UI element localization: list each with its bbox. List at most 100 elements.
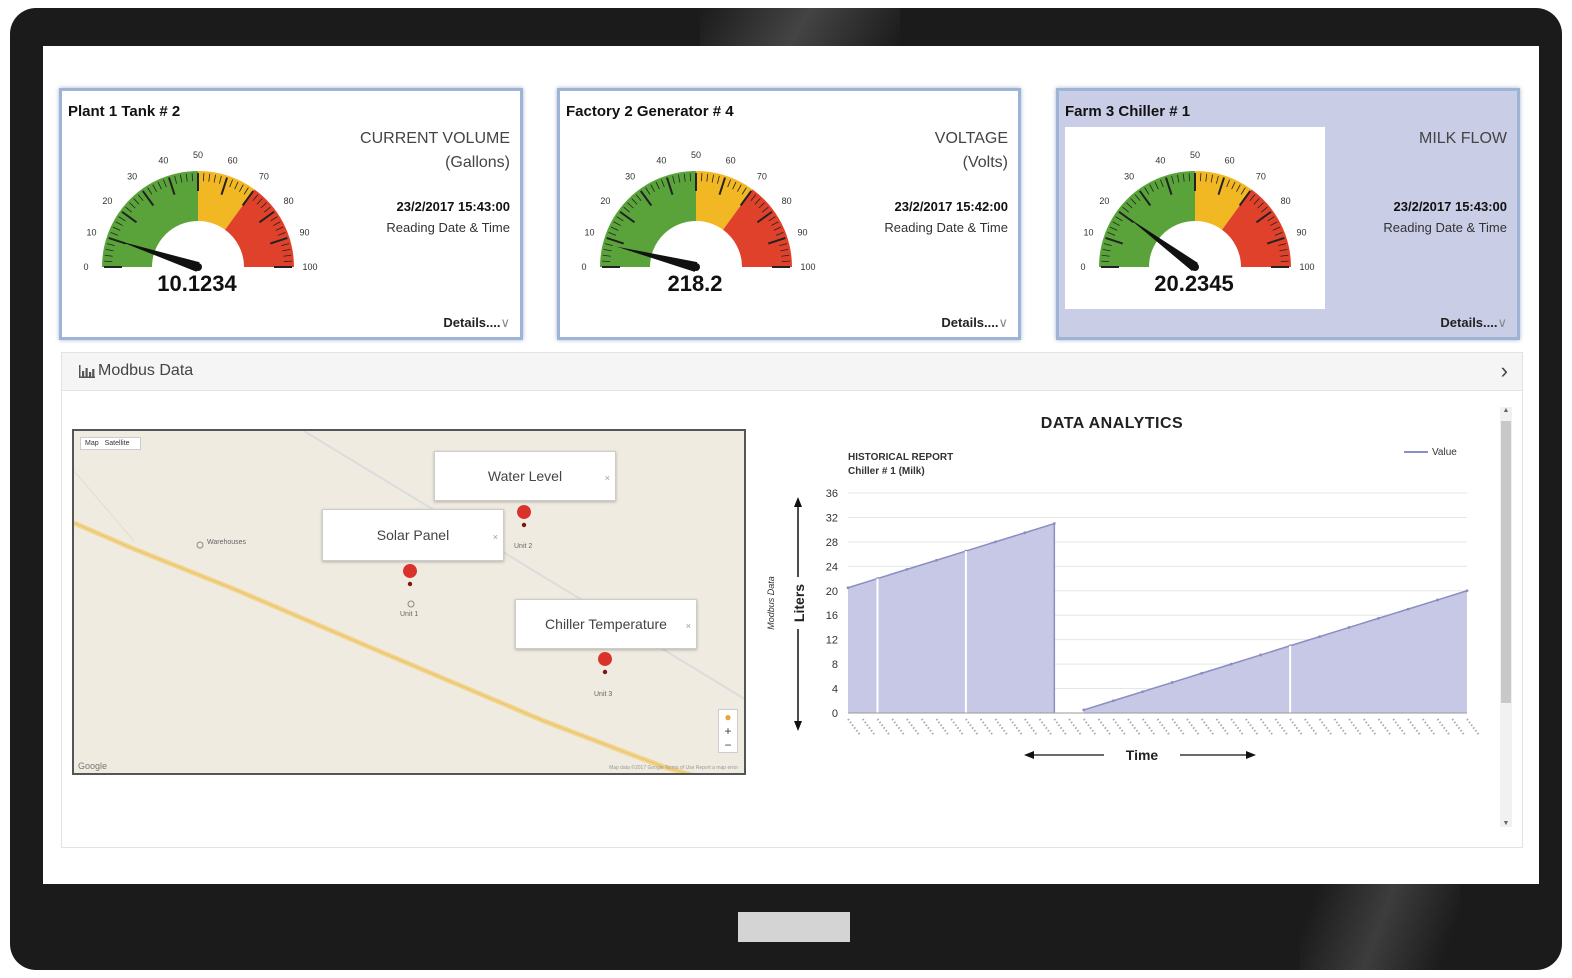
y-tick-label: 8: [832, 659, 838, 671]
y-tick-label: 32: [826, 512, 838, 524]
x-tick-label: [1348, 718, 1362, 736]
x-tick-label: [965, 718, 979, 736]
close-icon[interactable]: ×: [605, 454, 610, 502]
x-tick-label: [1333, 718, 1348, 736]
info-window-chiller-temperature[interactable]: Chiller Temperature ×: [515, 599, 697, 649]
card-title: Farm 3 Chiller # 1: [1065, 103, 1191, 120]
info-window-water-level[interactable]: Water Level ×: [434, 451, 616, 501]
gauge-tick: [1101, 260, 1110, 262]
gauge-value: 20.2345: [1154, 271, 1234, 296]
zoom-control[interactable]: ● + −: [718, 709, 738, 753]
vertical-scrollbar[interactable]: ▲ ▼: [1500, 407, 1512, 827]
data-point: [1170, 681, 1174, 684]
map-type-toggle[interactable]: Map Satellite: [80, 437, 141, 450]
map-marker-unit-3[interactable]: [598, 652, 613, 678]
panel-title: Modbus Data: [98, 362, 194, 379]
metric-label: CURRENT VOLUME (Gallons): [310, 127, 510, 175]
gauge-tick-label: 10: [584, 227, 594, 237]
gauge-tick-label: 40: [656, 155, 666, 165]
x-tick-label: [1363, 718, 1377, 736]
chevron-down-icon: ∨: [500, 315, 510, 330]
x-tick-label: [1038, 718, 1053, 736]
x-tick-label: [1407, 718, 1421, 736]
reading-datetime: 23/2/2017 15:42:00: [894, 199, 1008, 214]
x-tick-label: [1466, 718, 1480, 736]
reading-info: 23/2/2017 15:43:00 Reading Date & Time: [1383, 196, 1507, 238]
details-link[interactable]: Details....∨: [941, 315, 1008, 331]
map-marker-unit-1[interactable]: [403, 564, 418, 590]
x-axis-label: Time: [1126, 747, 1159, 763]
gauge-card-factory-generator: Factory 2 Generator # 4 0 10 20 30 40 50 60 70 8…: [557, 88, 1021, 340]
bezel-glare: [700, 8, 900, 46]
gauge-tick: [1188, 173, 1190, 182]
scroll-up-icon[interactable]: ▲: [1500, 407, 1512, 414]
reading-datetime: 23/2/2017 15:43:00: [1393, 199, 1507, 214]
gauge-value: 10.1234: [157, 271, 237, 296]
chevron-down-icon: ∨: [998, 315, 1008, 330]
gauge-tick: [602, 260, 611, 262]
data-point: [1082, 708, 1086, 712]
data-point: [1052, 522, 1056, 525]
details-label: Details....: [941, 315, 999, 330]
details-link[interactable]: Details....∨: [1440, 315, 1507, 331]
x-tick-label: [1451, 718, 1466, 736]
unit-label: Unit 1: [400, 611, 419, 618]
gauge-hub: [692, 263, 700, 271]
dashboard-screen: Plant 1 Tank # 2 0 10 20 30 40 50 60 70 80 90 100 …: [43, 46, 1539, 884]
info-window-label: Solar Panel: [376, 527, 450, 543]
map-terms: Map data ©2017 Google Terms of Use Repor…: [609, 765, 738, 771]
metric-name: CURRENT VOLUME: [360, 130, 510, 147]
details-label: Details....: [1440, 315, 1498, 330]
close-icon[interactable]: ×: [686, 602, 691, 650]
map-view[interactable]: Map Satellite Warehouses Water Level × Sol…: [72, 429, 746, 775]
x-tick-label: [994, 718, 1009, 736]
y-tick-label: 36: [826, 488, 838, 500]
gauge-tick-label: 80: [782, 196, 792, 206]
y-tick-label: 20: [826, 586, 838, 598]
gauge-card-farm-chiller: Farm 3 Chiller # 1 0 10 20 30 40 50 60 70 80 90 10…: [1056, 88, 1520, 340]
x-tick-label: [1392, 718, 1407, 736]
x-tick-label: [1127, 718, 1141, 736]
info-window-label: Water Level: [487, 468, 563, 484]
x-tick-label: [847, 718, 861, 736]
panel-header[interactable]: Modbus Data ›: [62, 353, 1522, 391]
gauge-tick-label: 50: [691, 150, 701, 160]
card-title: Plant 1 Tank # 2: [68, 103, 181, 120]
pegman-icon[interactable]: ●: [719, 710, 737, 724]
map-type-satellite[interactable]: Satellite: [105, 440, 130, 447]
x-tick-label: [1112, 718, 1127, 736]
data-point: [1436, 598, 1439, 602]
x-tick-label: [891, 718, 906, 736]
gauge-tick: [701, 173, 703, 182]
data-analytics-section: DATA ANALYTICS HISTORICAL REPORT Chiller…: [762, 409, 1502, 809]
data-point: [1377, 616, 1380, 620]
x-tick-label: [1318, 718, 1333, 736]
gauge-tick: [283, 260, 292, 262]
data-point: [1465, 589, 1469, 593]
scroll-down-icon[interactable]: ▼: [1500, 820, 1512, 827]
data-point: [1347, 626, 1351, 629]
poi-label: Warehouses: [207, 539, 247, 546]
scrollbar-thumb[interactable]: [1501, 421, 1511, 703]
gauge-tick-label: 20: [600, 196, 610, 206]
y-tick-label: 16: [826, 610, 838, 622]
info-window-solar-panel[interactable]: Solar Panel ×: [322, 509, 504, 561]
modbus-data-panel: Modbus Data › Map Satellite Warehouses Wa…: [61, 352, 1523, 848]
x-tick-label: [935, 718, 950, 736]
map-type-map[interactable]: Map: [85, 440, 99, 447]
data-point: [1111, 699, 1115, 703]
chevron-right-icon[interactable]: ›: [1501, 358, 1508, 384]
close-icon[interactable]: ×: [493, 512, 498, 562]
zoom-in-button[interactable]: +: [719, 724, 737, 738]
map-marker-unit-2[interactable]: [517, 505, 532, 531]
gauge-tick-label: 20: [1099, 196, 1109, 206]
reading-info: 23/2/2017 15:42:00 Reading Date & Time: [884, 196, 1008, 238]
gauge-tick-label: 30: [625, 171, 635, 181]
gauge-tick: [781, 260, 790, 262]
reading-label: Reading Date & Time: [1383, 220, 1507, 235]
details-link[interactable]: Details....∨: [443, 315, 510, 331]
reading-datetime: 23/2/2017 15:43:00: [396, 199, 510, 214]
x-tick-label: [1200, 718, 1215, 736]
zoom-out-button[interactable]: −: [719, 738, 737, 752]
arrow-up-icon: [794, 497, 802, 507]
